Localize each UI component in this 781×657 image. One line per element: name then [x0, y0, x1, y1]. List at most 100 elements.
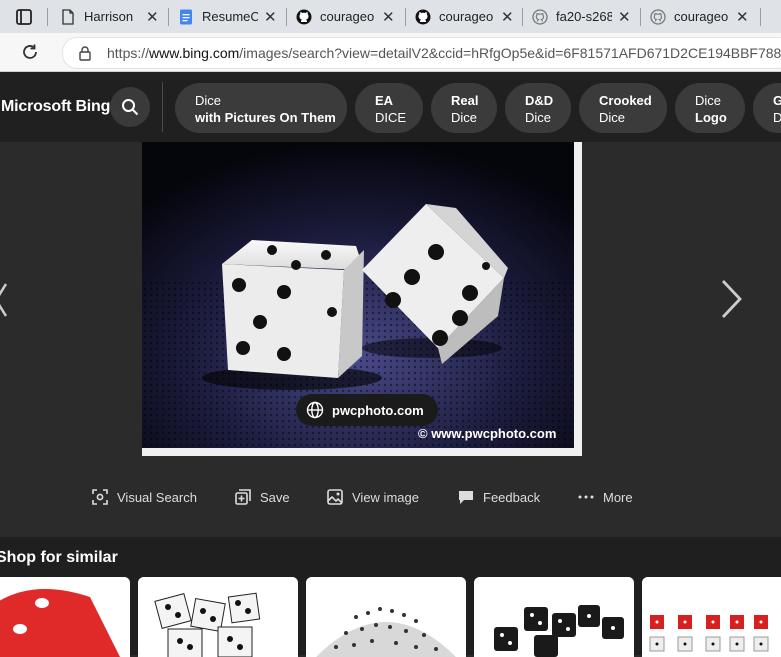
tab-2[interactable]: ResumeCS ✕ [170, 2, 286, 31]
url-domain: www.bing.com [149, 45, 240, 61]
tab-actions-icon[interactable] [12, 6, 36, 28]
google-docs-icon [180, 9, 192, 24]
shop-for-similar: Shop for similar [0, 537, 781, 657]
tab-title: courageo [439, 9, 494, 24]
close-tab-icon[interactable]: ✕ [264, 8, 277, 26]
visual-search-label: Visual Search [117, 489, 197, 505]
url-field[interactable]: https://www.bing.com/images/search?view=… [62, 37, 781, 69]
chip-line-1: EA [375, 93, 394, 108]
chip-line-1: Dice [195, 93, 222, 108]
feedback-icon [459, 491, 473, 504]
product-thumbnail[interactable] [0, 577, 130, 657]
tab-separator [168, 8, 169, 26]
related-chip-partial[interactable]: G D [753, 83, 781, 133]
close-tab-icon[interactable]: ✕ [501, 8, 514, 26]
image-viewer: pwcphoto.com © www.pwcphoto.com Visual S… [0, 142, 781, 537]
tab-separator [47, 8, 48, 26]
github-icon [650, 8, 666, 25]
bing-header: Microsoft Bing Dice with Pictures On The… [0, 72, 781, 142]
related-chip-real-dice[interactable]: Real Dice [431, 83, 497, 133]
tab-title: Harrison [84, 9, 134, 24]
next-image-icon[interactable] [718, 278, 744, 320]
tab-separator [522, 8, 523, 26]
image-source-link[interactable]: pwcphoto.com [296, 394, 438, 426]
save-button[interactable]: Save [234, 488, 290, 506]
image-icon [327, 489, 343, 505]
chip-line-2: Dice [451, 110, 478, 125]
search-icon [122, 99, 139, 116]
visual-search-icon [92, 489, 108, 505]
page-icon [62, 8, 74, 25]
globe-icon [306, 401, 324, 419]
feedback-button[interactable]: Feedback [457, 488, 540, 506]
product-thumbnail[interactable] [474, 577, 634, 657]
related-chip-dice-with-pictures[interactable]: Dice with Pictures On Them [175, 83, 347, 133]
close-tab-icon[interactable]: ✕ [146, 8, 159, 26]
save-collection-icon [235, 489, 251, 505]
tab-title: courageo [674, 9, 729, 24]
more-label: More [603, 489, 633, 505]
chip-line-1: Crooked [599, 93, 652, 108]
save-label: Save [260, 489, 290, 505]
product-thumbnail[interactable] [138, 577, 298, 657]
red-white-dice-grid-image [642, 577, 781, 657]
lock-icon[interactable] [77, 45, 93, 61]
tab-1[interactable]: Harrison ✕ [52, 2, 170, 31]
chip-line-2: Logo [695, 110, 727, 125]
github-icon [415, 9, 431, 24]
tab-4[interactable]: courageo ✕ [407, 2, 523, 31]
chip-line-2: Dice [525, 110, 552, 125]
reload-icon[interactable] [20, 42, 40, 62]
product-thumbnail[interactable] [642, 577, 781, 657]
white-dice-pile-image [138, 577, 298, 657]
related-chip-dnd-dice[interactable]: D&D Dice [505, 83, 571, 133]
tab-title: fa20-s268 [556, 9, 612, 24]
tab-title: ResumeCS [202, 9, 258, 24]
url-text: https://www.bing.com/images/search?view=… [107, 45, 781, 61]
chip-line-1: D&D [525, 93, 554, 108]
tab-strip: Harrison ✕ ResumeCS ✕ courageo ✕ courage… [0, 0, 781, 33]
previous-image-icon[interactable] [0, 280, 8, 320]
tab-separator [286, 8, 287, 26]
tab-separator [640, 8, 641, 26]
view-image-button[interactable]: View image [326, 488, 419, 506]
shop-title: Shop for similar [0, 549, 118, 566]
image-actions: Visual Search Save View image Feedback M… [0, 484, 781, 514]
search-button[interactable] [110, 87, 150, 127]
product-thumbnail[interactable] [306, 577, 466, 657]
close-tab-icon[interactable]: ✕ [618, 8, 631, 26]
close-tab-icon[interactable]: ✕ [736, 8, 749, 26]
related-chip-dice-logo[interactable]: Dice Logo [675, 83, 745, 133]
related-chip-crooked-dice[interactable]: Crooked Dice [579, 83, 667, 133]
tab-title: courageo [320, 9, 375, 24]
red-die-image [0, 577, 130, 657]
tab-3[interactable]: courageo ✕ [288, 2, 404, 31]
chip-line-1: Real [451, 93, 479, 108]
black-dice-image [474, 577, 634, 657]
more-icon [578, 495, 594, 499]
tab-separator [405, 8, 406, 26]
visual-search-button[interactable]: Visual Search [91, 488, 197, 506]
address-bar: https://www.bing.com/images/search?view=… [0, 33, 781, 72]
url-path: /images/search?view=detailV2&ccid=hRfgOp… [239, 45, 781, 61]
chip-line-2: with Pictures On Them [195, 110, 336, 125]
url-scheme: https:// [107, 45, 150, 61]
github-icon [296, 9, 312, 24]
feedback-label: Feedback [483, 489, 541, 505]
tab-6[interactable]: courageo ✕ [642, 2, 762, 31]
more-button[interactable]: More [577, 488, 633, 506]
github-icon [532, 8, 548, 25]
image-source-text: pwcphoto.com [332, 402, 424, 418]
tab-5[interactable]: fa20-s268 ✕ [524, 2, 640, 31]
view-image-label: View image [352, 489, 419, 505]
white-dice-bulk-image [306, 577, 466, 657]
header-divider [162, 82, 163, 132]
close-tab-icon[interactable]: ✕ [382, 8, 395, 26]
chip-line-2: Dice [599, 110, 626, 125]
bing-logo[interactable]: Microsoft Bing [1, 98, 110, 116]
image-copyright: © www.pwcphoto.com [418, 426, 557, 441]
chip-line-1: Dice [695, 93, 722, 108]
chip-line-2: DICE [375, 110, 407, 125]
related-chip-ea-dice[interactable]: EA DICE [355, 83, 423, 133]
tab-separator [760, 8, 761, 26]
